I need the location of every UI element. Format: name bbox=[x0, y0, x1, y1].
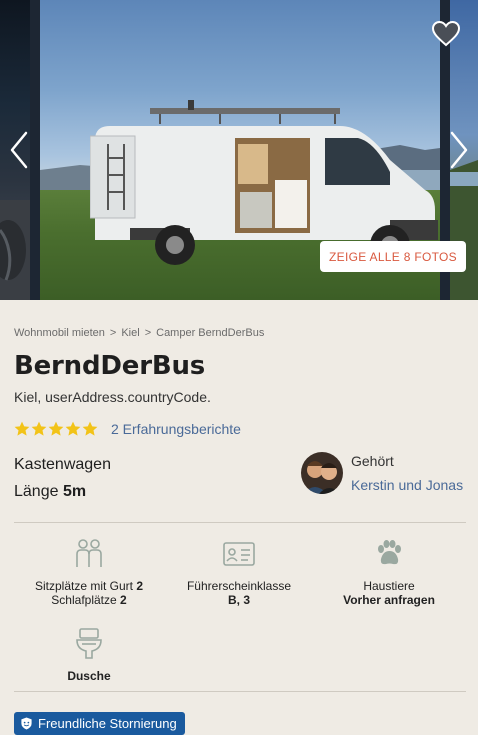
people-icon bbox=[76, 539, 102, 567]
reviews-link[interactable]: 2 Erfahrungsberichte bbox=[111, 421, 241, 437]
sleeps-label: Schlafplätze bbox=[51, 593, 117, 607]
breadcrumb-separator: > bbox=[144, 327, 152, 339]
breadcrumb-item-wohnmobil-mieten[interactable]: Wohnmobil mieten bbox=[14, 327, 105, 339]
listing-address: Kiel, userAddress.countryCode. bbox=[14, 389, 211, 405]
license-card-icon bbox=[223, 542, 255, 566]
smile-icon bbox=[21, 717, 32, 730]
star-icon bbox=[31, 421, 47, 436]
gallery-prev-button[interactable] bbox=[2, 120, 36, 180]
avatar[interactable] bbox=[301, 452, 343, 494]
favorite-button[interactable] bbox=[430, 18, 462, 50]
chevron-right-icon bbox=[450, 131, 468, 169]
breadcrumb-item-kiel[interactable]: Kiel bbox=[121, 327, 139, 339]
owner-name-link[interactable]: Kerstin und Jonas bbox=[351, 477, 463, 493]
pets-label: Haustiere bbox=[363, 579, 415, 593]
cancellation-label: Freundliche Stornierung bbox=[38, 716, 177, 731]
show-all-photos-button[interactable]: ZEIGE ALLE 8 FOTOS bbox=[320, 241, 466, 272]
owner-text: Gehört Kerstin und Jonas bbox=[351, 453, 463, 493]
divider bbox=[14, 691, 466, 692]
license-label: Führerscheinklasse bbox=[186, 579, 292, 593]
owner-label: Gehört bbox=[351, 453, 394, 469]
breadcrumb-item-current[interactable]: Camper BerndDerBus bbox=[156, 327, 264, 339]
owner-info: Gehört Kerstin und Jonas bbox=[301, 452, 463, 494]
rating-stars bbox=[14, 421, 98, 437]
toilet-icon bbox=[76, 628, 102, 659]
features-grid: Sitzplätze mit Gurt 2 Schlafplätze 2 Füh bbox=[14, 523, 466, 691]
shower-label: Dusche bbox=[67, 669, 111, 683]
license-value: B, 3 bbox=[227, 593, 250, 607]
sleeps-value: 2 bbox=[120, 593, 127, 607]
heart-icon bbox=[432, 21, 460, 47]
feature-pets: Haustiere Vorher anfragen bbox=[314, 537, 464, 607]
length-value: 5m bbox=[62, 483, 87, 500]
vehicle-summary: Kastenwagen Länge 5m Gehört Kerstin und bbox=[14, 452, 466, 518]
star-icon bbox=[82, 421, 98, 436]
length-label: Länge bbox=[14, 483, 59, 500]
seats-value: 2 bbox=[136, 579, 144, 593]
breadcrumb: Wohnmobil mieten > Kiel > Camper BerndDe… bbox=[14, 327, 466, 339]
feature-shower: Dusche bbox=[14, 627, 164, 683]
page-title: BerndDerBus bbox=[14, 351, 206, 381]
seats-label: Sitzplätze mit Gurt bbox=[34, 579, 133, 593]
star-icon bbox=[14, 421, 30, 436]
paw-icon bbox=[378, 540, 401, 565]
gallery-next-button[interactable] bbox=[442, 120, 476, 180]
feature-seats: Sitzplätze mit Gurt 2 Schlafplätze 2 bbox=[14, 537, 164, 607]
star-icon bbox=[65, 421, 81, 436]
star-icon bbox=[48, 421, 64, 436]
owner-avatar-image bbox=[301, 452, 343, 494]
rating-row: 2 Erfahrungsberichte bbox=[14, 419, 466, 439]
cancellation-badge[interactable]: Freundliche Stornierung bbox=[14, 712, 185, 735]
chevron-left-icon bbox=[10, 131, 28, 169]
listing-content: Wohnmobil mieten > Kiel > Camper BerndDe… bbox=[14, 300, 466, 735]
feature-license: Führerscheinklasse B, 3 bbox=[164, 537, 314, 607]
photo-gallery[interactable]: ZEIGE ALLE 8 FOTOS bbox=[0, 0, 478, 300]
breadcrumb-separator: > bbox=[109, 327, 117, 339]
pets-value: Vorher anfragen bbox=[343, 593, 435, 607]
